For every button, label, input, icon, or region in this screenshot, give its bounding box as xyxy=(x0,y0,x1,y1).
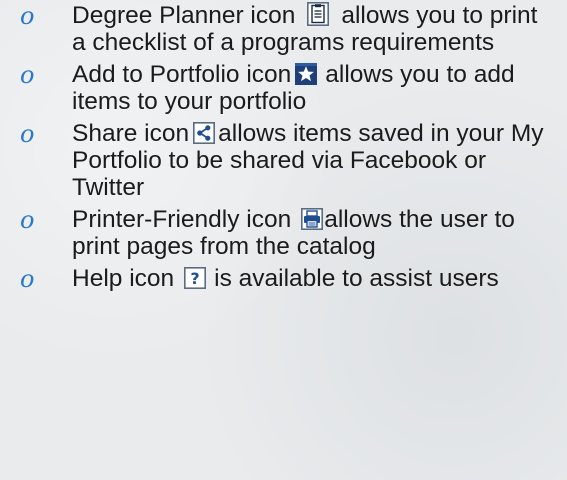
add-to-portfolio-star-icon xyxy=(295,63,318,85)
bullet-marker-icon: o xyxy=(20,206,35,234)
bullet-share: o Share icon allows items saved in your … xyxy=(0,120,567,201)
bullet-help: o Help icon ? is available to assist use… xyxy=(0,265,567,292)
bullet-text-before: Share icon xyxy=(72,120,190,147)
bullet-text-after: is available to assist users xyxy=(214,265,499,292)
slide: o Degree Planner icon allows you to prin… xyxy=(0,0,567,480)
share-icon xyxy=(193,122,216,144)
bullet-marker-icon: o xyxy=(20,2,35,30)
bullet-marker-icon: o xyxy=(20,61,35,89)
bullet-text-before: Degree Planner icon xyxy=(72,2,296,29)
bullet-add-to-portfolio: o Add to Portfolio icon allows you to ad… xyxy=(0,61,567,115)
bullet-printer-friendly: o Printer-Friendly icon allows the user … xyxy=(0,206,567,260)
bullet-degree-planner: o Degree Planner icon allows you to prin… xyxy=(0,2,567,56)
bullet-text-before: Help icon xyxy=(72,265,175,292)
bullet-marker-icon: o xyxy=(20,120,35,148)
degree-planner-icon xyxy=(307,2,330,26)
bullet-marker-icon: o xyxy=(20,265,35,293)
bullet-text-before: Add to Portfolio icon xyxy=(72,61,292,88)
svg-text:?: ? xyxy=(191,269,200,288)
printer-friendly-icon xyxy=(301,208,324,230)
bullet-list: o Degree Planner icon allows you to prin… xyxy=(0,2,567,297)
help-question-icon: ? xyxy=(184,267,207,289)
bullet-text-before: Printer-Friendly icon xyxy=(72,206,292,233)
